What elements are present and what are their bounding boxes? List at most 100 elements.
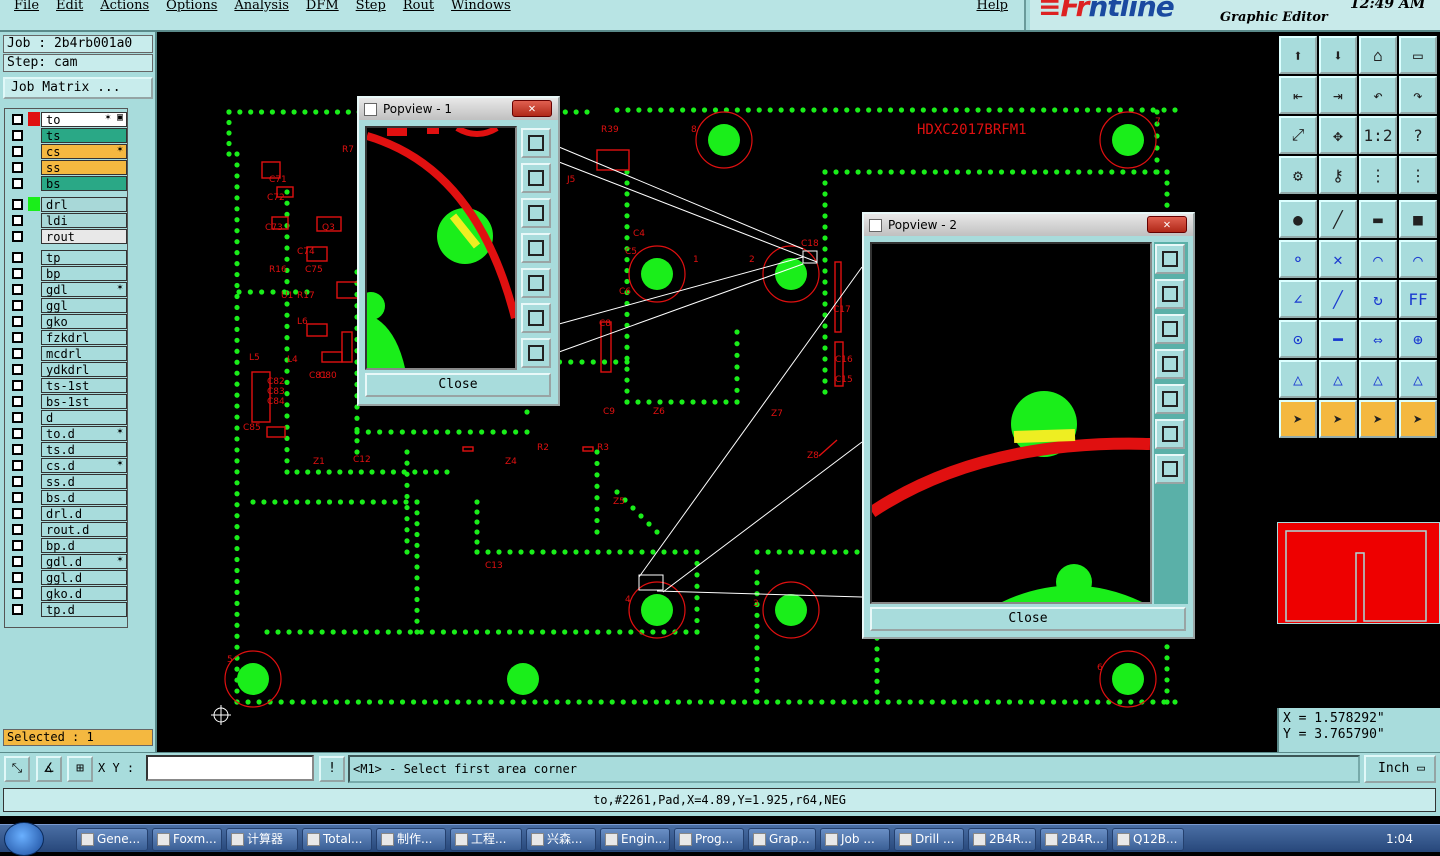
- layer-row-ss[interactable]: ss: [8, 160, 127, 175]
- layer-row-ydkdrl[interactable]: ydkdrl: [8, 362, 127, 377]
- layer-row-ldi[interactable]: ldi: [8, 213, 127, 228]
- home-icon[interactable]: ⌂: [1359, 36, 1397, 74]
- popview-tool-5-icon[interactable]: [521, 303, 551, 333]
- popview-1-view[interactable]: [357, 125, 519, 370]
- popview-tool-1-icon[interactable]: [521, 163, 551, 193]
- menu-analysis[interactable]: Analysis: [234, 0, 289, 12]
- layer-checkbox[interactable]: [12, 380, 23, 391]
- popview-tool-3-icon[interactable]: [521, 233, 551, 263]
- snap-icon[interactable]: ⊙: [1279, 320, 1317, 358]
- layers2-icon[interactable]: ⋮: [1399, 156, 1437, 194]
- layer-row-fzkdrl[interactable]: fzkdrl: [8, 330, 127, 345]
- info-icon[interactable]: !: [319, 756, 345, 782]
- layer-row-gko[interactable]: gko: [8, 314, 127, 329]
- layer-checkbox[interactable]: [12, 588, 23, 599]
- layer-row-gdl[interactable]: gdl ✶: [8, 282, 127, 297]
- layer-checkbox[interactable]: [12, 284, 23, 295]
- popview-2-close-x[interactable]: ✕: [1147, 216, 1187, 233]
- layer-row-ts-1st[interactable]: ts-1st: [8, 378, 127, 393]
- grid-icon[interactable]: ⊞: [67, 756, 93, 782]
- layer-row-to[interactable]: to ✶ ▣: [8, 112, 127, 127]
- layer-checkbox[interactable]: [12, 332, 23, 343]
- layer-row-ggl[interactable]: ggl: [8, 298, 127, 313]
- layer-row-gko.d[interactable]: gko.d: [8, 586, 127, 601]
- xy-input[interactable]: [146, 755, 314, 781]
- pad-icon[interactable]: ●: [1279, 200, 1317, 238]
- taskbar-item[interactable]: Job ...: [820, 828, 890, 851]
- taskbar-item[interactable]: Grap...: [748, 828, 816, 851]
- layer-checkbox[interactable]: [12, 492, 23, 503]
- taskbar-item[interactable]: 2B4R...: [1040, 828, 1108, 851]
- taskbar-item[interactable]: Total...: [302, 828, 372, 851]
- job-matrix-button[interactable]: Job Matrix ...: [3, 77, 153, 99]
- layer-row-cs[interactable]: cs ✶: [8, 144, 127, 159]
- taskbar-item[interactable]: 制作...: [376, 828, 446, 851]
- select2-icon[interactable]: ➤: [1319, 400, 1357, 438]
- zoom-fit-icon[interactable]: ⤢: [1279, 116, 1317, 154]
- layer-checkbox[interactable]: [12, 231, 23, 242]
- layer-row-ggl.d[interactable]: ggl.d: [8, 570, 127, 585]
- menu-file[interactable]: File: [14, 0, 39, 12]
- ff-icon[interactable]: FF: [1399, 280, 1437, 318]
- group-icon[interactable]: ⊕: [1399, 320, 1437, 358]
- snap-icon[interactable]: ⤡: [4, 756, 30, 782]
- layer-checkbox[interactable]: [12, 114, 23, 125]
- redo-icon[interactable]: ↷: [1399, 76, 1437, 114]
- layer-row-tp[interactable]: tp: [8, 250, 127, 265]
- popview-tool-1-icon[interactable]: [1155, 279, 1185, 309]
- popview-1-close-x[interactable]: ✕: [512, 100, 552, 117]
- menu-help[interactable]: Help: [976, 0, 1008, 12]
- menu-step[interactable]: Step: [356, 0, 386, 12]
- taskbar-item[interactable]: 工程...: [450, 828, 522, 851]
- tri3-icon[interactable]: △: [1359, 360, 1397, 398]
- taskbar-item[interactable]: Foxm...: [152, 828, 222, 851]
- layer-checkbox[interactable]: [12, 364, 23, 375]
- circle-icon[interactable]: ■: [1399, 200, 1437, 238]
- menu-windows[interactable]: Windows: [451, 0, 511, 12]
- layer-row-ts[interactable]: ts: [8, 128, 127, 143]
- taskbar-item[interactable]: Prog...: [674, 828, 744, 851]
- popview-tool-2-icon[interactable]: [1155, 314, 1185, 344]
- popview-tool-6-icon[interactable]: [1155, 454, 1185, 484]
- popview-2-close-button[interactable]: Close: [870, 607, 1186, 631]
- overview-map[interactable]: [1277, 522, 1440, 624]
- popview-tool-2-icon[interactable]: [521, 198, 551, 228]
- tri4-icon[interactable]: △: [1399, 360, 1437, 398]
- layer-checkbox[interactable]: [12, 428, 23, 439]
- taskbar-item[interactable]: 2B4R...: [968, 828, 1036, 851]
- save-icon[interactable]: ⬇: [1319, 36, 1357, 74]
- layer-checkbox[interactable]: [12, 348, 23, 359]
- select-icon[interactable]: ➤: [1279, 400, 1317, 438]
- popview-tool-3-icon[interactable]: [1155, 349, 1185, 379]
- window-icon[interactable]: ▭: [1399, 36, 1437, 74]
- layer-checkbox[interactable]: [12, 460, 23, 471]
- layer-row-drl[interactable]: drl: [8, 197, 127, 212]
- layers-icon[interactable]: ⋮: [1359, 156, 1397, 194]
- line-icon[interactable]: ╱: [1319, 200, 1357, 238]
- layer-row-bs.d[interactable]: bs.d: [8, 490, 127, 505]
- layer-checkbox[interactable]: [12, 572, 23, 583]
- select3-icon[interactable]: ➤: [1359, 400, 1397, 438]
- arc-icon[interactable]: ⌒: [1359, 240, 1397, 278]
- layer-checkbox[interactable]: [12, 130, 23, 141]
- slash-icon[interactable]: ╱: [1319, 280, 1357, 318]
- layer-row-gdl.d[interactable]: gdl.d ✶: [8, 554, 127, 569]
- popview-tool-0-icon[interactable]: [521, 128, 551, 158]
- layer-row-ts.d[interactable]: ts.d: [8, 442, 127, 457]
- layer-row-rout[interactable]: rout: [8, 229, 127, 244]
- popview-tool-6-icon[interactable]: [521, 338, 551, 368]
- popview-tool-0-icon[interactable]: [1155, 244, 1185, 274]
- menu-rout[interactable]: Rout: [403, 0, 434, 12]
- layer-row-ss.d[interactable]: ss.d: [8, 474, 127, 489]
- layer-checkbox[interactable]: [12, 300, 23, 311]
- layer-checkbox[interactable]: [12, 146, 23, 157]
- layer-checkbox[interactable]: [12, 396, 23, 407]
- popview-1-close-button[interactable]: Close: [365, 373, 551, 397]
- layer-checkbox[interactable]: [12, 178, 23, 189]
- popview-tool-5-icon[interactable]: [1155, 419, 1185, 449]
- cross-icon[interactable]: ✕: [1319, 240, 1357, 278]
- load-icon[interactable]: ⬆: [1279, 36, 1317, 74]
- layer-checkbox[interactable]: [12, 508, 23, 519]
- layer-checkbox[interactable]: [12, 476, 23, 487]
- layer-row-tp.d[interactable]: tp.d: [8, 602, 127, 617]
